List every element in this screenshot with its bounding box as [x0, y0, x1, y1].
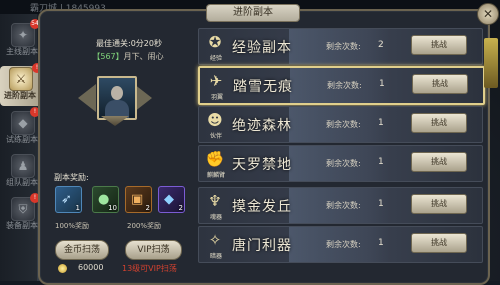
- dungeon-row[interactable]: ✧ 暗器 唐门利器 剩余次数: 1 挑战: [198, 226, 483, 263]
- remaining-count: 1: [378, 118, 384, 128]
- gem-icon: ◆: [164, 192, 174, 207]
- dungeon-tag: 经验: [209, 55, 222, 62]
- reward-count: 10: [108, 204, 117, 212]
- dungeon-name: 踏雪无痕: [233, 79, 293, 95]
- challenge-button[interactable]: 挑战: [411, 113, 467, 133]
- reward-count: 2: [178, 204, 183, 212]
- challenge-button[interactable]: 挑战: [412, 74, 468, 94]
- boss-portrait-frame: [78, 70, 152, 126]
- dungeon-tag: 暗器: [209, 253, 222, 260]
- remaining-label: 剩余次数:: [326, 240, 361, 249]
- close-button[interactable]: ✕: [477, 3, 499, 25]
- reward-count: 2: [145, 204, 150, 212]
- dungeon-name: 摸金发丘: [232, 199, 292, 215]
- sidebar-item-label: 组队副本: [6, 178, 38, 187]
- frame-wing-left: [78, 84, 96, 112]
- sidebar-item-equipment-dungeon[interactable]: ⛨ ! 装备副本: [2, 193, 40, 236]
- arm-icon: ✊: [205, 150, 225, 168]
- remaining-label: 剩余次数:: [326, 201, 361, 210]
- reward-item[interactable]: ➶ 1: [55, 186, 82, 213]
- dungeon-name: 经验副本: [232, 40, 292, 56]
- dungeon-location: 【567】月下、闹心: [72, 51, 184, 62]
- gold-reward-percent: 100%奖励: [55, 222, 90, 230]
- challenge-button[interactable]: 挑战: [411, 233, 467, 253]
- dungeon-row[interactable]: ✊ 麒麟臂 天罗禁地 剩余次数: 1 挑战: [198, 145, 483, 182]
- remaining-count: 1: [379, 79, 385, 89]
- challenge-button[interactable]: 挑战: [411, 35, 467, 55]
- best-clear-time: 最佳通关:0分20秒: [96, 39, 162, 48]
- gold-amount: 60000: [78, 263, 104, 272]
- dungeon-row[interactable]: ✪ 经验 经验副本 剩余次数: 2 挑战: [198, 28, 483, 65]
- remaining-label: 剩余次数:: [326, 159, 361, 168]
- dungeon-tag: 羽翼: [210, 94, 223, 101]
- feather-icon: ➶: [61, 192, 72, 207]
- reward-item[interactable]: ● 10: [92, 186, 119, 213]
- gold-sweep-button[interactable]: 金币扫荡: [55, 240, 109, 260]
- vip-reward-percent: 200%奖励: [127, 222, 162, 230]
- dungeon-row[interactable]: ☻ 伙伴 绝迹森林 剩余次数: 1 挑战: [198, 106, 483, 143]
- sidebar-item-advanced-dungeon[interactable]: ⚔ ! 进阶副本: [0, 63, 42, 106]
- wing-icon: ✈: [209, 72, 223, 90]
- dungeon-tag: 魂器: [209, 214, 222, 221]
- remaining-count: 1: [378, 199, 384, 209]
- dungeon-name: 唐门利器: [232, 238, 292, 254]
- portrait-face: [111, 86, 123, 100]
- remaining-label: 剩余次数:: [326, 120, 361, 129]
- dungeon-tag: 麒麟臂: [206, 172, 225, 179]
- window-title: 进阶副本: [207, 5, 299, 21]
- reward-count: 1: [75, 204, 80, 212]
- team-icon: ♟: [11, 154, 35, 178]
- dungeon-name: 绝迹森林: [232, 118, 292, 134]
- location-name: 月下、闹心: [123, 52, 164, 61]
- sidebar-item-label: 进阶副本: [4, 91, 36, 100]
- vip-sweep-note: 13级可VIP扫荡: [122, 264, 177, 273]
- remaining-label: 剩余次数:: [326, 42, 361, 51]
- right-edge-ornament: [484, 38, 498, 88]
- challenge-button[interactable]: 挑战: [411, 152, 467, 172]
- remaining-label: 剩余次数:: [327, 81, 362, 90]
- sidebar-item-label: 主线副本: [6, 47, 38, 56]
- remaining-count: 1: [378, 238, 384, 248]
- sword-icon: ⚔: [9, 67, 33, 91]
- dungeon-row[interactable]: ♆ 魂器 摸金发丘 剩余次数: 1 挑战: [198, 187, 483, 224]
- sidebar-item-trial-dungeon[interactable]: ◆ ! 试练副本: [2, 107, 40, 150]
- vip-sweep-button[interactable]: VIP扫荡: [125, 240, 182, 260]
- boss-portrait: [97, 76, 137, 120]
- chest-icon: ▣: [131, 192, 144, 207]
- level-tag: 【567】: [92, 52, 124, 61]
- exp-icon: ✪: [208, 33, 222, 51]
- frame-stand: [101, 116, 129, 126]
- sidebar-item-label: 装备副本: [6, 221, 38, 230]
- reward-item[interactable]: ▣ 2: [125, 186, 152, 213]
- gold-coin-icon: [58, 264, 67, 273]
- remaining-count: 2: [378, 40, 384, 50]
- partner-icon: ☻: [207, 111, 223, 129]
- remaining-count: 1: [378, 157, 384, 167]
- sidebar-item-label: 试练副本: [6, 135, 38, 144]
- dart-icon: ✧: [208, 231, 222, 249]
- dungeon-row[interactable]: ✈ 羽翼 踏雪无痕 剩余次数: 1 挑战: [198, 66, 485, 105]
- soul-icon: ♆: [208, 192, 222, 210]
- dungeon-tag: 伙伴: [209, 133, 222, 140]
- challenge-button[interactable]: 挑战: [411, 194, 467, 214]
- sidebar-item-team-dungeon[interactable]: ♟ 组队副本: [2, 153, 40, 193]
- rewards-title: 副本奖励:: [54, 173, 89, 182]
- dungeon-name: 天罗禁地: [232, 157, 292, 173]
- reward-item[interactable]: ◆ 2: [158, 186, 185, 213]
- sidebar-item-main-dungeon[interactable]: ✦ 54 主线副本: [2, 19, 40, 62]
